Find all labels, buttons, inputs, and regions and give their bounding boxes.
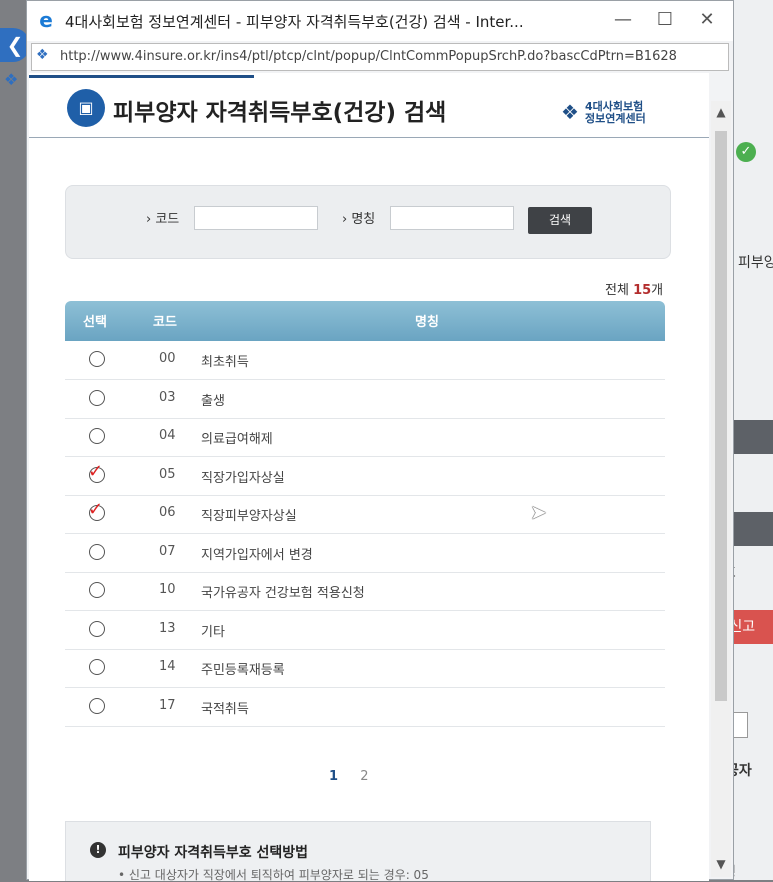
page-2-link[interactable]: 2 (360, 769, 368, 784)
row-code: 03 (159, 389, 176, 405)
search-page-icon: ▣ (67, 89, 105, 127)
window-title: 4대사회보험 정보연계센터 - 피부양자 자격취득부호(건강) 검색 - Int… (65, 13, 524, 31)
url-text[interactable]: http://www.4insure.or.kr/ins4/ptl/ptcp/c… (60, 49, 724, 64)
row-code: 10 (159, 582, 176, 597)
total-number: 15 (633, 283, 652, 298)
row-code: 05 (159, 466, 176, 482)
column-header-code: 코드 (153, 315, 177, 330)
info-title: 피부양자 자격취득부호 선택방법 (118, 845, 309, 861)
select-radio[interactable] (89, 389, 105, 406)
maximize-button[interactable]: ☐ (645, 7, 685, 33)
row-name[interactable]: 주민등록재등록 (201, 659, 285, 678)
header-accent-line (29, 75, 254, 78)
select-radio[interactable] (89, 659, 105, 675)
title-bar: e 4대사회보험 정보연계센터 - 피부양자 자격취득부호(건강) 검색 - I… (27, 1, 733, 41)
row-name[interactable]: 기타 (201, 621, 225, 640)
table-row[interactable]: 04 의료급여해제 (65, 418, 665, 457)
close-button[interactable]: ✕ (687, 7, 727, 33)
background-text: 피부양 (738, 255, 773, 271)
row-name[interactable]: 직장가입자상실 (201, 467, 285, 486)
scroll-up-icon[interactable]: ▲ (711, 101, 731, 123)
browser-icon: e (39, 8, 53, 32)
scrollbar-thumb[interactable] (715, 131, 727, 701)
select-radio[interactable] (89, 697, 105, 714)
code-label: › 코드 (146, 212, 180, 227)
table-row[interactable]: 17 국적취득 (65, 688, 665, 727)
row-code: 14 (159, 659, 176, 674)
scrollbar[interactable]: ▲ ▼ (711, 101, 731, 877)
select-radio[interactable] (88, 499, 105, 521)
row-code: 07 (159, 543, 176, 559)
info-icon: ! (90, 842, 106, 858)
site-logo-icon: ❖ (4, 70, 19, 89)
mouse-cursor-icon: ➤ (530, 500, 547, 524)
select-radio[interactable] (88, 461, 105, 483)
brand-logo: ❖ 4대사회보험 정보연계센터 (561, 101, 646, 125)
row-name[interactable]: 출생 (201, 390, 225, 409)
row-name[interactable]: 의료급여해제 (201, 428, 273, 447)
popup-window: e 4대사회보험 정보연계센터 - 피부양자 자격취득부호(건강) 검색 - I… (26, 0, 734, 881)
search-button[interactable]: 검색 (528, 207, 592, 234)
select-radio[interactable] (89, 543, 105, 560)
table-row[interactable]: 05 직장가입자상실 (65, 457, 665, 496)
table-row[interactable]: 03 출생 (65, 380, 665, 419)
total-suffix: 개 (651, 283, 664, 298)
info-text: • 신고 대상자가 직장에서 퇴직하여 피부양자로 되는 경우: 05 (118, 868, 429, 881)
total-prefix: 전체 (605, 283, 634, 298)
row-name[interactable]: 지역가입자에서 변경 (201, 544, 313, 563)
site-icon: ❖ (36, 47, 49, 63)
row-code: 17 (159, 697, 176, 713)
select-radio[interactable] (89, 620, 105, 637)
table-header: 선택 코드 명칭 (65, 301, 665, 341)
row-name[interactable]: 국가유공자 건강보험 적용신청 (201, 582, 365, 601)
column-header-select: 선택 (83, 315, 107, 330)
header-divider (29, 137, 709, 138)
name-input[interactable] (390, 206, 514, 230)
row-code: 06 (159, 505, 176, 520)
pagination: 1 2 (329, 769, 386, 784)
minimize-button[interactable]: — (603, 7, 643, 33)
select-radio[interactable] (89, 428, 105, 444)
info-panel: ! 피부양자 자격취득부호 선택방법 • 신고 대상자가 직장에서 퇴직하여 피… (65, 821, 651, 881)
select-radio[interactable] (89, 351, 105, 367)
table-row[interactable]: 06 직장피부양자상실 (65, 495, 665, 534)
table-row[interactable]: 00 최초취득 (65, 341, 665, 380)
total-count: 전체 15개 (605, 279, 663, 298)
brand-mark-icon: ❖ (561, 100, 579, 124)
popup-content: ▣ 피부양자 자격취득부호(건강) 검색 ❖ 4대사회보험 정보연계센터 › 코… (29, 73, 709, 881)
table-row[interactable]: 10 국가유공자 건강보험 적용신청 (65, 572, 665, 611)
row-name[interactable]: 최초취득 (201, 351, 249, 370)
page-title: 피부양자 자격취득부호(건강) 검색 (113, 100, 447, 126)
row-code: 13 (159, 620, 176, 636)
select-radio[interactable] (89, 582, 105, 598)
check-icon: ✓ (736, 142, 756, 162)
scroll-down-icon[interactable]: ▼ (711, 853, 731, 875)
page-1-link[interactable]: 1 (329, 769, 338, 784)
code-input[interactable] (194, 206, 318, 230)
row-name[interactable]: 직장피부양자상실 (201, 505, 297, 524)
row-code: 04 (159, 428, 176, 443)
table-row[interactable]: 14 주민등록재등록 (65, 649, 665, 688)
row-code: 00 (159, 351, 176, 366)
table-row[interactable]: 07 지역가입자에서 변경 (65, 534, 665, 573)
table-row[interactable]: 13 기타 (65, 611, 665, 650)
name-label: › 명칭 (342, 212, 376, 227)
column-header-name: 명칭 (415, 315, 439, 330)
row-name[interactable]: 국적취득 (201, 698, 249, 717)
brand-line-2: 정보연계센터 (585, 112, 646, 125)
search-panel: › 코드 › 명칭 검색 (65, 185, 671, 259)
address-bar[interactable]: ❖ http://www.4insure.or.kr/ins4/ptl/ptcp… (31, 43, 729, 71)
